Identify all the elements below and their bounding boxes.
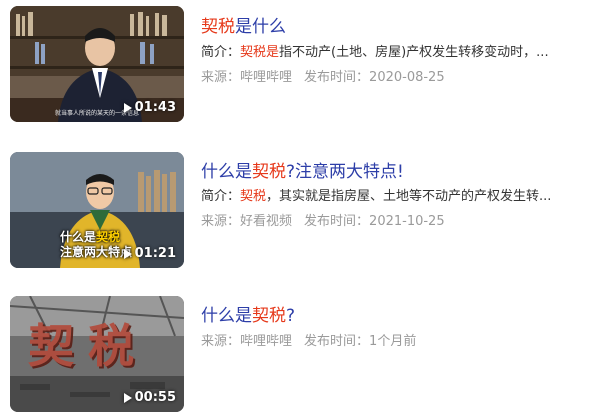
play-icon [123, 102, 132, 113]
title-text: 什么是 [201, 306, 252, 326]
duration-badge: 01:43 [123, 100, 176, 115]
thumbnail-title-glyphs: 契税 [28, 319, 148, 373]
date-label: 发布时间： [304, 214, 370, 229]
title-text: 是什么 [235, 17, 286, 37]
summary-highlight: 契税是 [240, 45, 280, 60]
video-title-link[interactable]: 什么是契税?注意两大特点! [201, 157, 404, 182]
date-value: 2020-08-25 [369, 70, 445, 85]
duration-text: 00:55 [134, 390, 176, 405]
caption-highlight: 契税 [96, 230, 121, 244]
duration-text: 01:21 [134, 246, 176, 261]
title-highlight: 契税 [201, 17, 235, 37]
caption-part: 什么是 [60, 230, 97, 244]
title-text: ?注意两大特点! [286, 162, 404, 182]
video-meta: 来源：好看视频 发布时间：2021-10-25 [201, 210, 445, 229]
title-highlight: 契税 [252, 162, 286, 182]
duration-badge: 01:21 [123, 246, 176, 261]
video-summary: 简介：契税是指不动产(土地、房屋)产权发生转移变动时，... [201, 41, 551, 60]
source-value: 哔哩哔哩 [240, 70, 293, 85]
duration-badge: 00:55 [123, 390, 176, 405]
caption-part: 注意两大特点 [60, 245, 133, 259]
title-text: ? [286, 306, 296, 326]
duration-text: 01:43 [134, 100, 176, 115]
title-highlight: 契税 [252, 306, 286, 326]
summary-label: 简介： [201, 45, 241, 60]
date-label: 发布时间： [304, 334, 370, 349]
source-label: 来源： [201, 214, 241, 229]
source-label: 来源： [201, 70, 241, 85]
video-title-link[interactable]: 什么是契税? [201, 301, 295, 326]
video-result-list: 就当事人所说的某天的一条信息 01:43 契税是什么 简介：契税是指不动产(土地… [0, 0, 610, 417]
video-meta: 来源：哔哩哔哩 发布时间：2020-08-25 [201, 66, 445, 85]
source-label: 来源： [201, 334, 241, 349]
video-summary: 简介：契税，其实就是指房屋、土地等不动产的产权发生转... [201, 185, 551, 204]
video-thumbnail[interactable]: 契税 00:55 [10, 296, 184, 412]
video-thumbnail[interactable]: 什么是契税 注意两大特点 01:21 [10, 152, 184, 268]
summary-label: 简介： [201, 189, 241, 204]
play-icon [123, 392, 132, 403]
title-text: 什么是 [201, 162, 252, 182]
date-value: 1个月前 [369, 334, 417, 349]
video-title-link[interactable]: 契税是什么 [201, 12, 286, 37]
thumbnail-caption: 什么是契税 注意两大特点 [60, 230, 132, 260]
video-meta: 来源：哔哩哔哩 发布时间：1个月前 [201, 330, 416, 349]
source-value: 好看视频 [240, 214, 293, 229]
date-label: 发布时间： [304, 70, 370, 85]
video-thumbnail[interactable]: 就当事人所说的某天的一条信息 01:43 [10, 6, 184, 122]
play-icon [123, 248, 132, 259]
summary-highlight: 契税 [240, 189, 267, 204]
date-value: 2021-10-25 [369, 214, 445, 229]
summary-text: 指不动产(土地、房屋)产权发生转移变动时，... [279, 45, 549, 60]
summary-text: ，其实就是指房屋、土地等不动产的产权发生转... [266, 189, 551, 204]
source-value: 哔哩哔哩 [240, 334, 293, 349]
